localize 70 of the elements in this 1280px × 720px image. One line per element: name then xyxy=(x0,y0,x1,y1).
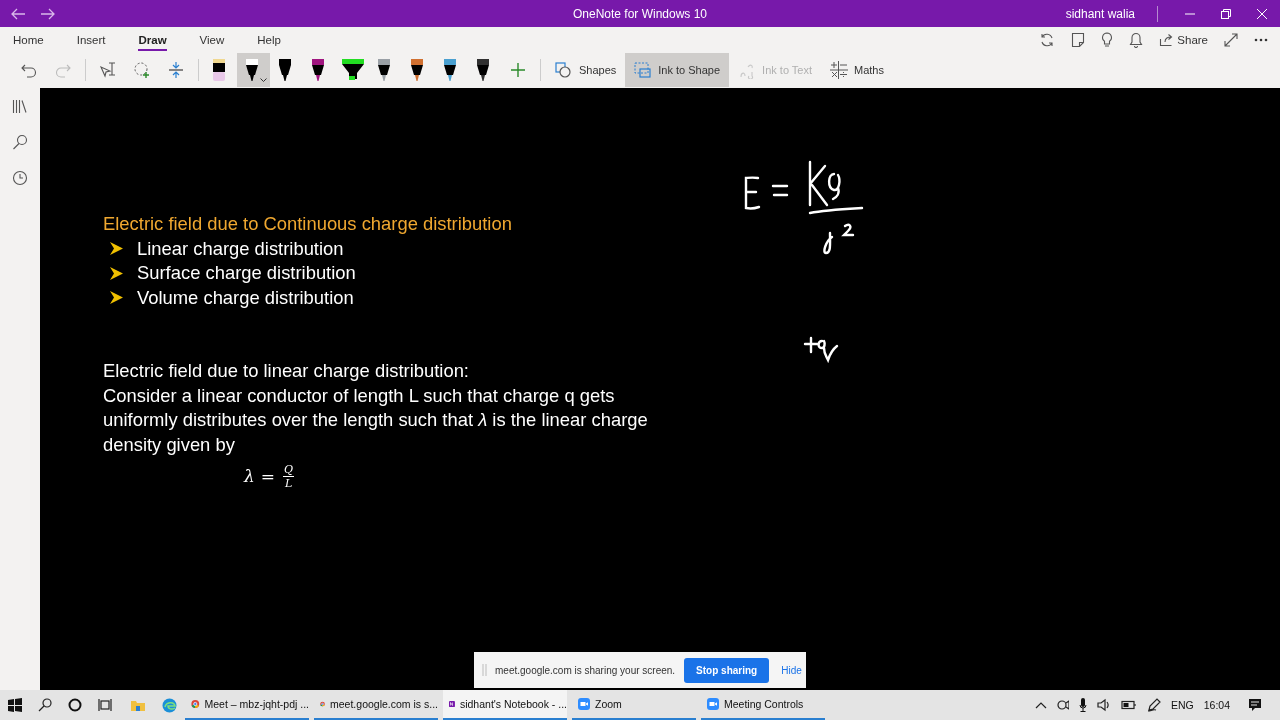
window-title: OneNote for Windows 10 xyxy=(572,6,708,21)
shapes-button[interactable]: Shapes xyxy=(546,53,626,87)
drag-handle-icon[interactable] xyxy=(482,664,487,676)
microphone-icon[interactable] xyxy=(1078,698,1087,712)
bell-icon[interactable] xyxy=(1129,32,1144,48)
language-indicator[interactable]: ENG xyxy=(1170,699,1194,711)
restore-icon[interactable] xyxy=(1221,8,1231,19)
ink-to-shape-icon xyxy=(634,61,653,79)
webcam-icon[interactable] xyxy=(1056,698,1069,712)
notifications-icon[interactable] xyxy=(1248,698,1262,712)
notebook-icon xyxy=(449,698,455,710)
taskbar-app[interactable]: Meet – mbz-jqht-pdj ... xyxy=(185,690,309,720)
more-icon[interactable] xyxy=(1254,38,1268,42)
note-heading: Electric field due to Continuous charge distribution xyxy=(103,212,513,236)
user-name: sidhant walia xyxy=(1065,6,1135,21)
close-icon[interactable] xyxy=(1257,8,1267,19)
expand-icon[interactable] xyxy=(1224,33,1238,47)
page-icon[interactable] xyxy=(1071,32,1086,48)
video-camera-icon xyxy=(707,698,719,710)
speaker-icon[interactable] xyxy=(1096,698,1111,712)
notebooks-icon[interactable] xyxy=(12,98,28,114)
browser-icon[interactable] xyxy=(162,697,177,713)
lasso-select-icon[interactable] xyxy=(133,61,151,79)
recent-icon[interactable] xyxy=(12,170,28,186)
add-pen-icon[interactable] xyxy=(509,61,527,79)
maths-icon xyxy=(830,61,849,79)
add-space-icon[interactable] xyxy=(167,61,185,79)
caret-icon[interactable] xyxy=(260,78,267,83)
share-icon xyxy=(1159,33,1174,47)
ribbon-tab[interactable]: Help xyxy=(249,28,289,52)
bullet-text: Volume charge distribution xyxy=(137,285,354,310)
browser-icon xyxy=(191,698,200,710)
ribbon-tab[interactable]: View xyxy=(191,28,233,52)
clock-time[interactable]: 16:04 xyxy=(1203,699,1230,711)
arrow-bullet-icon xyxy=(110,242,123,256)
battery-icon[interactable] xyxy=(1120,698,1137,712)
ribbon-tab[interactable]: Home xyxy=(5,28,52,52)
search-icon[interactable] xyxy=(12,134,28,150)
lasso-text-icon[interactable] xyxy=(99,61,117,79)
hide-link[interactable]: Hide xyxy=(781,664,802,676)
sync-icon[interactable] xyxy=(1039,32,1056,48)
arrow-bullet-icon xyxy=(110,266,123,280)
ribbon-tab[interactable]: Draw xyxy=(130,28,175,52)
share-button[interactable]: Share xyxy=(1159,33,1208,47)
stop-sharing-button[interactable]: Stop sharing xyxy=(684,657,770,683)
task-view-icon[interactable] xyxy=(98,698,114,712)
cortana-circle-icon[interactable] xyxy=(68,698,82,712)
note-subheading: Electric field due to linear charge distribution: xyxy=(103,359,470,383)
note-paragraph: Consider a linear conductor of length L such that charge q gets uniformly distributes over the length such that λ is the linear charge density given by xyxy=(103,383,649,457)
search-icon[interactable] xyxy=(38,698,52,712)
pen-tray-icon[interactable] xyxy=(1146,698,1161,712)
lightbulb-icon[interactable] xyxy=(1101,32,1114,48)
taskbar-app[interactable]: Zoom xyxy=(572,690,696,720)
ribbon-tab[interactable]: Insert xyxy=(68,28,114,52)
ink-to-shape-button[interactable]: Ink to Shape xyxy=(625,53,730,87)
taskbar-app[interactable]: meet.google.com is s... xyxy=(314,690,438,720)
forward-icon[interactable] xyxy=(40,6,56,21)
back-icon[interactable] xyxy=(10,6,26,21)
arrow-bullet-icon xyxy=(110,291,123,305)
video-camera-icon xyxy=(578,698,590,710)
sharing-message: meet.google.com is sharing your screen. xyxy=(495,664,676,676)
bullet-text: Surface charge distribution xyxy=(137,261,356,285)
shapes-icon xyxy=(555,61,573,79)
taskbar-app[interactable]: Meeting Controls xyxy=(701,690,825,720)
windows-start-icon[interactable] xyxy=(8,698,22,712)
highlighter-icon[interactable] xyxy=(341,59,364,81)
taskbar-app[interactable]: sidhant's Notebook - ... xyxy=(443,690,567,720)
folder-icon[interactable] xyxy=(130,698,146,712)
maths-button[interactable]: Maths xyxy=(821,53,893,87)
bullet-text: Linear charge distribution xyxy=(137,236,344,261)
